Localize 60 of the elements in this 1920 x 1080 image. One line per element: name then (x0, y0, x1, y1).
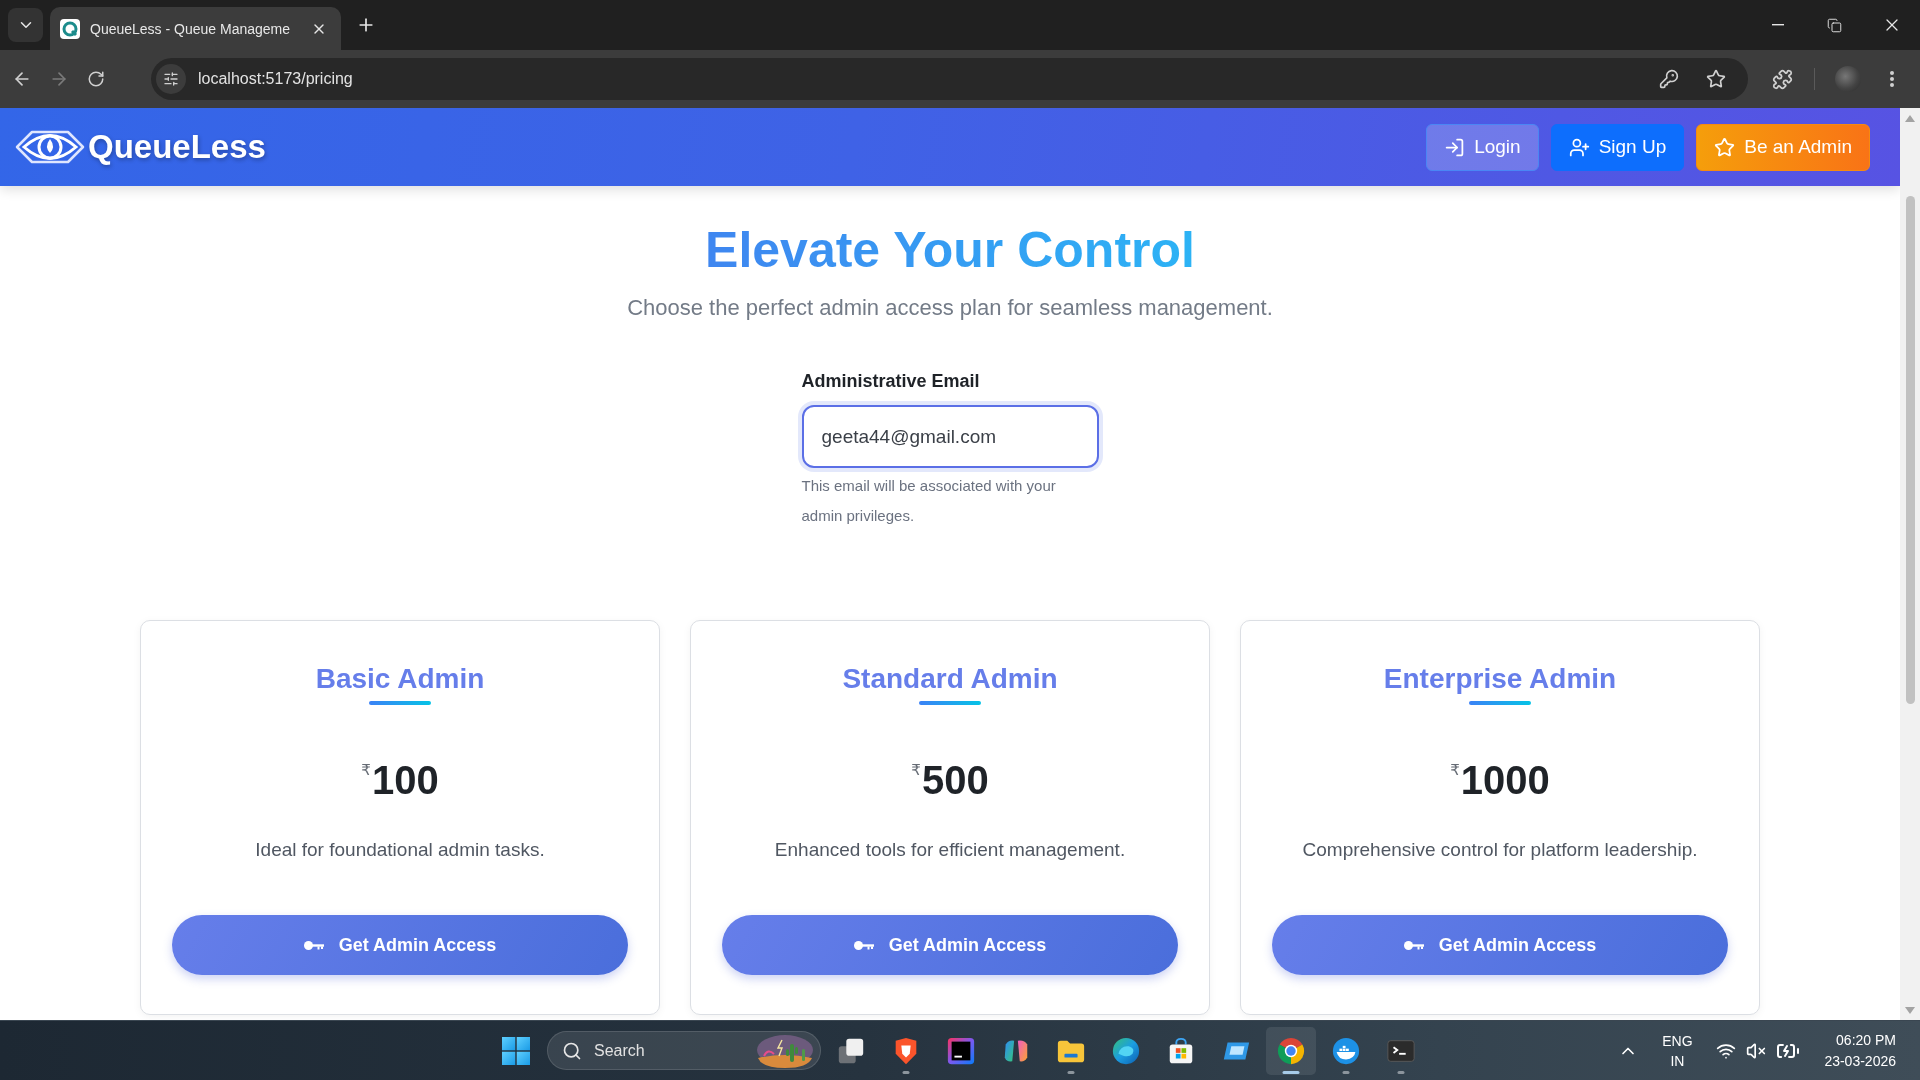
more-icon (1890, 71, 1894, 87)
email-help-text: This email will be associated with your admin privileges. (801, 476, 1057, 526)
puzzle-icon (1771, 68, 1793, 90)
favicon-icon (60, 18, 80, 39)
tab-title: QueueLess - Queue Manageme (90, 20, 291, 37)
plan-price: 100 (371, 757, 439, 804)
site-settings-icon (163, 71, 179, 87)
get-access-button[interactable]: Get Admin Access (722, 915, 1178, 975)
login-button[interactable]: Login (1426, 123, 1539, 171)
plan-name: Standard Admin (842, 662, 1058, 696)
plan-description: Enhanced tools for efficient management. (774, 838, 1126, 862)
start-logo-icon (502, 1036, 530, 1065)
tab-search-button[interactable] (8, 8, 43, 42)
login-icon (1444, 136, 1466, 158)
url-text: localhost:5173/pricing (198, 70, 354, 88)
currency-symbol: ₹ (361, 762, 371, 779)
language-button[interactable]: ENG IN (1654, 1028, 1701, 1073)
get-access-button[interactable]: Get Admin Access (1272, 915, 1728, 975)
reload-icon (87, 70, 105, 88)
circle-logo-icon (1276, 1035, 1306, 1066)
email-label: Administrative Email (801, 370, 981, 393)
minimize-icon (1771, 24, 1784, 26)
star-icon (1714, 136, 1736, 158)
accent-underline (919, 701, 981, 705)
site-info-button[interactable] (156, 64, 186, 94)
key-icon (303, 939, 324, 951)
currency-symbol: ₹ (911, 762, 921, 779)
sign-up-button[interactable]: Sign Up (1550, 123, 1685, 171)
key-icon (1403, 939, 1424, 951)
search-field[interactable]: Search (594, 1038, 756, 1063)
plan-description: Comprehensive control for platform leadership. (1302, 838, 1698, 862)
plan-name: Enterprise Admin (1383, 662, 1617, 696)
square-tile-icon (946, 1035, 976, 1066)
plan-price: 1000 (1460, 757, 1550, 804)
accent-underline (369, 701, 431, 705)
desert-scene-icon (756, 1033, 814, 1068)
clock-button[interactable]: 06:20 PM 23-03-2026 (1814, 1028, 1900, 1073)
plan-price: 500 (921, 757, 989, 804)
accent-underline (1469, 701, 1531, 705)
email-field[interactable]: geeta44@gmail.com (801, 405, 1099, 468)
currency-symbol: ₹ (1450, 762, 1460, 779)
page-subtitle: Choose the perfect admin access plan for seamless management. (627, 294, 1273, 322)
address-bar[interactable]: localhost:5173/pricing (151, 58, 1748, 100)
whale-icon (1331, 1035, 1361, 1066)
swirl-circle-icon (1111, 1035, 1141, 1066)
search-icon (562, 1040, 582, 1061)
become-admin-button[interactable]: Be an Admin (1696, 123, 1870, 171)
plan-description: Ideal for foundational admin tasks. (255, 838, 545, 862)
taskbar-app-button[interactable] (1266, 1026, 1316, 1075)
key-icon (1659, 69, 1679, 89)
get-access-button[interactable]: Get Admin Access (172, 915, 628, 975)
key-icon (853, 939, 874, 951)
restore-icon (1827, 17, 1842, 33)
plan-name: Basic Admin (315, 662, 485, 696)
star-icon (1706, 69, 1726, 89)
search-bar[interactable]: Search (547, 1031, 821, 1070)
browser-tab[interactable]: QueueLess - Queue Manageme (50, 7, 341, 50)
scrollbar-thumb[interactable] (1905, 196, 1915, 704)
user-plus-icon (1568, 136, 1590, 158)
brand-name: QueueLess (88, 128, 266, 166)
